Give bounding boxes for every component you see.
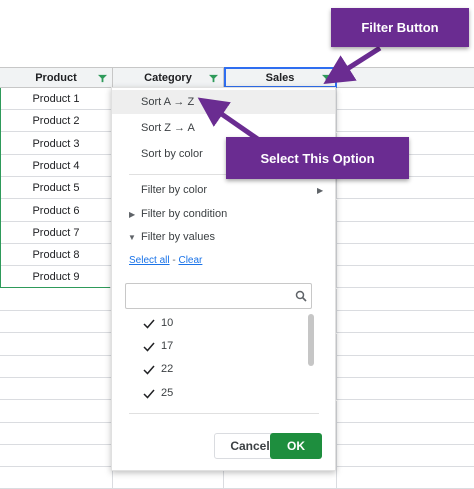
product-cell[interactable]: Product 6 [0,199,113,222]
submenu-arrow-icon: ▶ [317,186,324,195]
filter-icon[interactable] [209,74,218,83]
select-option-callout: Select This Option [226,137,409,179]
select-all-link[interactable]: Select all [129,255,170,266]
header-category[interactable]: Category [113,67,224,88]
menu-divider [129,413,319,414]
product-cell[interactable]: Product 4 [0,154,113,177]
selection-border-left [0,88,1,288]
value-item[interactable]: 22 [161,363,173,375]
filter-icon[interactable] [98,74,107,83]
value-item[interactable]: 10 [161,317,173,329]
filter-icon[interactable] [322,74,331,83]
product-cell[interactable]: Product 1 [0,88,113,110]
header-product[interactable]: Product [0,67,113,88]
empty-cell[interactable] [0,445,113,468]
values-scrollbar[interactable] [308,314,314,366]
search-icon [295,290,307,302]
checkmark-icon[interactable] [143,364,155,376]
checkmark-icon[interactable] [143,341,155,353]
value-item[interactable]: 25 [161,387,173,399]
filter-by-color-item[interactable]: Filter by color [112,178,335,202]
clear-link[interactable]: Clear [178,255,202,266]
select-links: Select all - Clear [129,255,202,266]
empty-cell[interactable] [0,400,113,423]
checkmark-icon[interactable] [143,318,155,330]
checkmark-icon[interactable] [143,388,155,400]
empty-cell[interactable] [0,311,113,334]
empty-cell[interactable] [0,355,113,378]
product-cell[interactable]: Product 9 [0,266,113,289]
sort-a-z-item[interactable]: Sort A → Z [112,90,335,114]
product-cell[interactable]: Product 7 [0,221,113,244]
value-search-input[interactable] [125,283,312,309]
empty-cell[interactable] [0,422,113,445]
selection-border-bottom [0,287,110,288]
empty-cell[interactable] [0,333,113,356]
empty-cell[interactable] [0,378,113,401]
filter-button-callout: Filter Button [331,8,469,47]
header-empty[interactable] [337,67,474,88]
link-separator: - [172,255,176,266]
ok-button[interactable]: OK [270,433,322,459]
empty-cell[interactable] [0,467,113,489]
filter-by-values-item[interactable]: Filter by values [112,225,335,249]
filter-by-condition-item[interactable]: Filter by condition [112,202,335,226]
empty-cell[interactable] [0,289,113,311]
product-cell[interactable]: Product 5 [0,177,113,200]
header-sales-label: Sales [265,71,295,84]
product-cell[interactable]: Product 3 [0,132,113,155]
header-category-label: Category [144,71,192,84]
product-cell[interactable]: Product 2 [0,110,113,133]
header-product-label: Product [35,71,77,84]
product-cell[interactable]: Product 8 [0,244,113,267]
header-sales[interactable]: Sales [224,67,337,88]
value-item[interactable]: 17 [161,340,173,352]
